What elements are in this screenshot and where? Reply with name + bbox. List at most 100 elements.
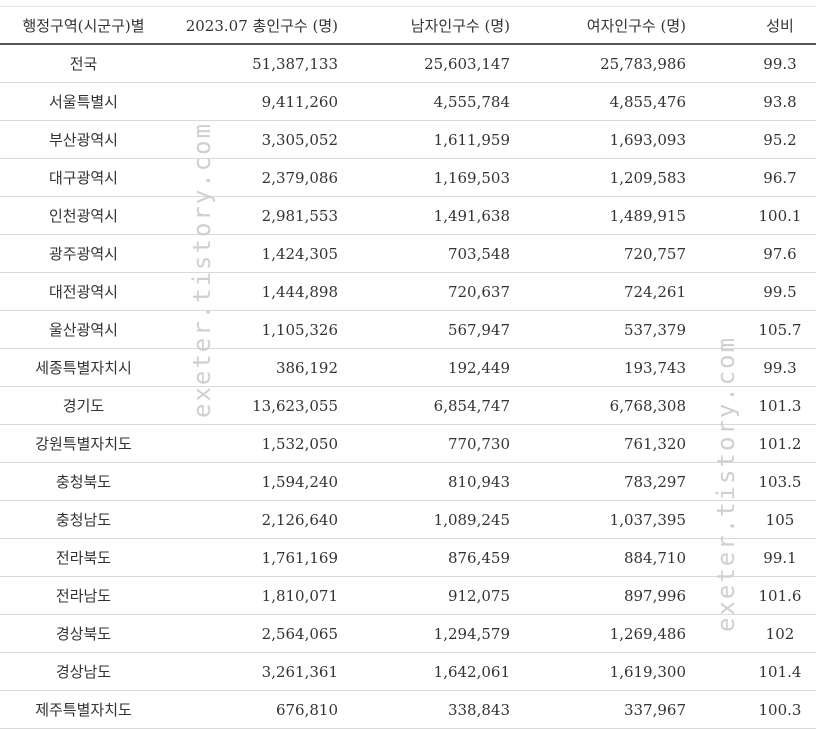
- cell-female: 1,037,395: [514, 500, 690, 539]
- cell-region: 전라북도: [0, 538, 167, 577]
- cell-male: 567,947: [342, 310, 514, 349]
- cell-region: 경상남도: [0, 652, 167, 691]
- cell-sex-ratio: 93.8: [690, 82, 816, 121]
- cell-female: 4,855,476: [514, 82, 690, 121]
- table-row: 강원특별자치도 1,532,050 770,730 761,320 101.2: [0, 424, 816, 463]
- cell-sex-ratio: 99.1: [690, 538, 816, 577]
- cell-male: 25,603,147: [342, 44, 514, 83]
- header-male: 남자인구수 (명): [342, 6, 514, 45]
- cell-region: 경기도: [0, 386, 167, 425]
- cell-female: 337,967: [514, 690, 690, 729]
- cell-sex-ratio: 100.3: [690, 690, 816, 729]
- cell-male: 703,548: [342, 234, 514, 273]
- cell-region: 전라남도: [0, 576, 167, 615]
- cell-female: 193,743: [514, 348, 690, 387]
- cell-sex-ratio: 99.3: [690, 348, 816, 387]
- cell-female: 897,996: [514, 576, 690, 615]
- table-row: 서울특별시 9,411,260 4,555,784 4,855,476 93.8: [0, 82, 816, 121]
- cell-female: 1,693,093: [514, 120, 690, 159]
- population-table: 행정구역(시군구)별 2023.07 총인구수 (명) 남자인구수 (명) 여자…: [0, 6, 816, 729]
- cell-region: 인천광역시: [0, 196, 167, 235]
- cell-region: 경상북도: [0, 614, 167, 653]
- cell-female: 1,489,915: [514, 196, 690, 235]
- cell-sex-ratio: 105.7: [690, 310, 816, 349]
- header-row: 행정구역(시군구)별 2023.07 총인구수 (명) 남자인구수 (명) 여자…: [0, 6, 816, 45]
- cell-region: 부산광역시: [0, 120, 167, 159]
- cell-region: 강원특별자치도: [0, 424, 167, 463]
- cell-total: 676,810: [167, 690, 342, 729]
- cell-female: 761,320: [514, 424, 690, 463]
- cell-total: 386,192: [167, 348, 342, 387]
- cell-total: 2,379,086: [167, 158, 342, 197]
- cell-region: 광주광역시: [0, 234, 167, 273]
- cell-female: 724,261: [514, 272, 690, 311]
- cell-male: 1,294,579: [342, 614, 514, 653]
- header-sex-ratio: 성비: [690, 6, 816, 45]
- cell-male: 876,459: [342, 538, 514, 577]
- cell-region: 대전광역시: [0, 272, 167, 311]
- table-row: 전라남도 1,810,071 912,075 897,996 101.6: [0, 576, 816, 615]
- cell-region: 전국: [0, 44, 167, 83]
- cell-total: 13,623,055: [167, 386, 342, 425]
- cell-sex-ratio: 103.5: [690, 462, 816, 501]
- cell-total: 1,105,326: [167, 310, 342, 349]
- table-row: 경상북도 2,564,065 1,294,579 1,269,486 102: [0, 614, 816, 653]
- cell-female: 537,379: [514, 310, 690, 349]
- cell-male: 192,449: [342, 348, 514, 387]
- cell-sex-ratio: 95.2: [690, 120, 816, 159]
- cell-male: 1,089,245: [342, 500, 514, 539]
- cell-sex-ratio: 101.4: [690, 652, 816, 691]
- cell-female: 1,269,486: [514, 614, 690, 653]
- cell-female: 25,783,986: [514, 44, 690, 83]
- cell-male: 912,075: [342, 576, 514, 615]
- table-row: 충청북도 1,594,240 810,943 783,297 103.5: [0, 462, 816, 501]
- cell-total: 2,981,553: [167, 196, 342, 235]
- table-row: 인천광역시 2,981,553 1,491,638 1,489,915 100.1: [0, 196, 816, 235]
- cell-sex-ratio: 99.3: [690, 44, 816, 83]
- table-row: 부산광역시 3,305,052 1,611,959 1,693,093 95.2: [0, 120, 816, 159]
- cell-female: 1,209,583: [514, 158, 690, 197]
- cell-region: 제주특별자치도: [0, 690, 167, 729]
- cell-total: 1,424,305: [167, 234, 342, 273]
- cell-sex-ratio: 96.7: [690, 158, 816, 197]
- cell-total: 2,126,640: [167, 500, 342, 539]
- cell-region: 충청남도: [0, 500, 167, 539]
- header-female: 여자인구수 (명): [514, 6, 690, 45]
- table-row: 제주특별자치도 676,810 338,843 337,967 100.3: [0, 690, 816, 729]
- header-region: 행정구역(시군구)별: [0, 6, 167, 45]
- cell-male: 1,611,959: [342, 120, 514, 159]
- cell-male: 4,555,784: [342, 82, 514, 121]
- table-row: 울산광역시 1,105,326 567,947 537,379 105.7: [0, 310, 816, 349]
- cell-female: 884,710: [514, 538, 690, 577]
- cell-female: 6,768,308: [514, 386, 690, 425]
- cell-total: 1,810,071: [167, 576, 342, 615]
- cell-total: 1,761,169: [167, 538, 342, 577]
- cell-female: 783,297: [514, 462, 690, 501]
- cell-region: 서울특별시: [0, 82, 167, 121]
- cell-female: 1,619,300: [514, 652, 690, 691]
- cell-female: 720,757: [514, 234, 690, 273]
- cell-sex-ratio: 99.5: [690, 272, 816, 311]
- cell-region: 충청북도: [0, 462, 167, 501]
- cell-total: 1,532,050: [167, 424, 342, 463]
- cell-male: 1,642,061: [342, 652, 514, 691]
- cell-sex-ratio: 101.6: [690, 576, 816, 615]
- cell-total: 2,564,065: [167, 614, 342, 653]
- cell-total: 3,305,052: [167, 120, 342, 159]
- header-total: 2023.07 총인구수 (명): [167, 6, 342, 45]
- table-row: 전라북도 1,761,169 876,459 884,710 99.1: [0, 538, 816, 577]
- cell-region: 세종특별자치시: [0, 348, 167, 387]
- cell-sex-ratio: 105: [690, 500, 816, 539]
- cell-region: 울산광역시: [0, 310, 167, 349]
- cell-sex-ratio: 100.1: [690, 196, 816, 235]
- table-row: 전국 51,387,133 25,603,147 25,783,986 99.3: [0, 44, 816, 83]
- cell-total: 3,261,361: [167, 652, 342, 691]
- cell-sex-ratio: 101.3: [690, 386, 816, 425]
- cell-sex-ratio: 102: [690, 614, 816, 653]
- table-row: 경기도 13,623,055 6,854,747 6,768,308 101.3: [0, 386, 816, 425]
- table-row: 경상남도 3,261,361 1,642,061 1,619,300 101.4: [0, 652, 816, 691]
- table-row: 세종특별자치시 386,192 192,449 193,743 99.3: [0, 348, 816, 387]
- table-row: 대구광역시 2,379,086 1,169,503 1,209,583 96.7: [0, 158, 816, 197]
- cell-sex-ratio: 97.6: [690, 234, 816, 273]
- table-row: 충청남도 2,126,640 1,089,245 1,037,395 105: [0, 500, 816, 539]
